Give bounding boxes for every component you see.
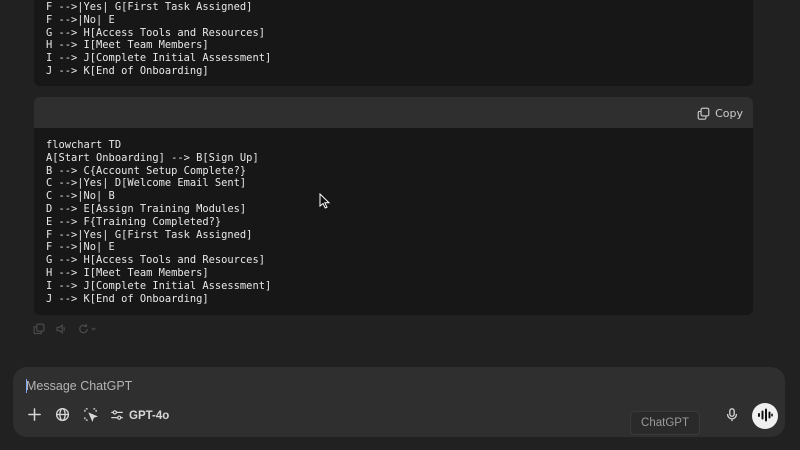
code-block: Copy flowchart TD A[Start Onboarding] --…	[34, 97, 753, 315]
copy-label: Copy	[715, 106, 743, 120]
dictate-button[interactable]	[721, 405, 743, 427]
model-label: GPT-4o	[129, 410, 170, 422]
tooltip: ChatGPT	[630, 411, 700, 435]
model-selector-button[interactable]: GPT-4o	[110, 405, 169, 427]
text-caret	[26, 379, 27, 393]
copy-code-button[interactable]: Copy	[697, 103, 743, 123]
globe-icon	[55, 407, 70, 426]
microphone-icon	[725, 407, 739, 426]
message-actions	[33, 320, 98, 339]
copy-icon	[697, 107, 710, 120]
waveform-icon	[757, 407, 773, 426]
voice-mode-button[interactable]	[752, 403, 778, 429]
copy-message-icon[interactable]	[33, 320, 45, 339]
plus-icon	[27, 407, 42, 426]
sliders-icon	[110, 408, 124, 425]
message-input[interactable]	[26, 377, 626, 395]
attach-button[interactable]	[23, 405, 45, 427]
previous-code-block: F -->|Yes| G[First Task Assigned] F -->|…	[34, 0, 753, 86]
read-aloud-icon[interactable]	[55, 320, 68, 339]
code-block-header: Copy	[34, 97, 753, 128]
canvas-button[interactable]	[79, 405, 101, 427]
web-search-button[interactable]	[51, 405, 73, 427]
chat-page: F -->|Yes| G[First Task Assigned] F -->|…	[0, 0, 800, 450]
previous-code-text: F -->|Yes| G[First Task Assigned] F -->|…	[46, 1, 272, 77]
cursor-select-icon	[83, 407, 98, 426]
code-text[interactable]: flowchart TD A[Start Onboarding] --> B[S…	[46, 139, 271, 305]
mouse-pointer-icon	[319, 192, 331, 213]
regenerate-icon[interactable]	[78, 320, 98, 339]
